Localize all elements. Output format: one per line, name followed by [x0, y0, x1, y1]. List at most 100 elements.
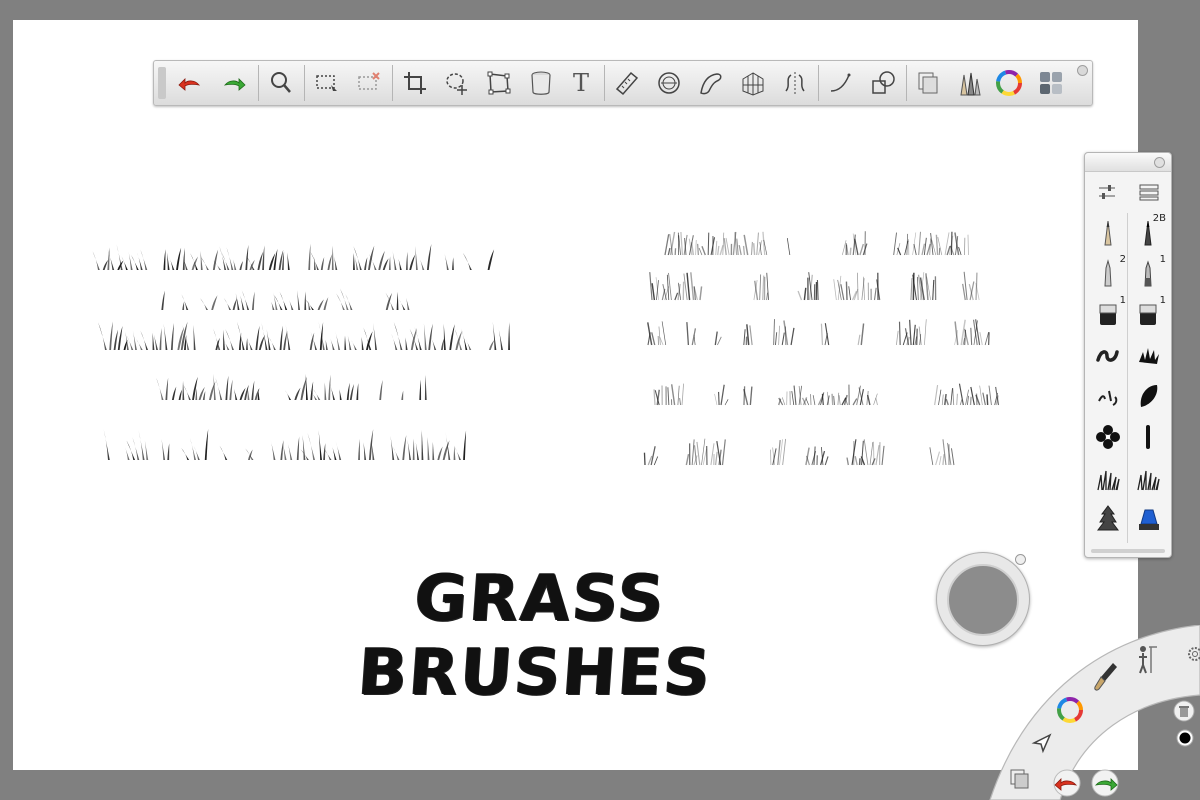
puck-handle[interactable]: [1015, 554, 1026, 565]
ellipse-guide-button[interactable]: [652, 65, 686, 101]
toolbar-grip[interactable]: [158, 67, 166, 99]
fir-brush[interactable]: [1089, 500, 1127, 538]
distort-icon: [487, 71, 511, 95]
color-wheel-icon: [996, 70, 1022, 96]
marker-brush[interactable]: 1: [1089, 295, 1127, 333]
marker-icon: [1139, 304, 1157, 325]
brush-badge: 1: [1159, 254, 1166, 265]
black-dot-icon: [1176, 729, 1194, 747]
lagoon-trash-button[interactable]: [1173, 700, 1195, 722]
perspective-icon: [742, 72, 764, 96]
crop-button[interactable]: [398, 65, 432, 101]
squiggle-brush[interactable]: [1089, 336, 1127, 374]
brush-palette-close-button[interactable]: [1154, 157, 1165, 168]
lagoon-layers-button[interactable]: [1005, 764, 1035, 794]
magnifier-icon: [271, 72, 291, 93]
select-button[interactable]: [310, 65, 344, 101]
redo-arrow-green-icon: [1091, 769, 1119, 797]
marker-icon: [1099, 304, 1117, 325]
lagoon-settings-button[interactable]: [1183, 642, 1200, 666]
squiggle-icon: [1096, 350, 1119, 362]
lasso-move-icon: [446, 73, 467, 95]
lagoon-color-dot[interactable]: [1175, 728, 1195, 748]
marker-2-brush[interactable]: 1: [1129, 295, 1167, 333]
stroke-tool-button[interactable]: [824, 65, 858, 101]
lagoon-select-button[interactable]: [1027, 728, 1057, 758]
shapes-icon: [872, 71, 895, 94]
flower-brush[interactable]: [1089, 418, 1127, 456]
ruler-button[interactable]: [610, 65, 644, 101]
select-arrow-icon: [1031, 733, 1052, 754]
transform-button[interactable]: [440, 65, 474, 101]
grass-samples-right: [643, 231, 1000, 466]
undo-arrow-red-icon: [178, 78, 200, 91]
line-icon: [1146, 425, 1150, 449]
ink-tips-icon: [1098, 390, 1118, 406]
grass-icon: [1137, 470, 1160, 491]
pen-fine-icon: [1144, 260, 1152, 287]
paintbrush-icon: [1094, 663, 1117, 691]
marquee-clear-icon: [358, 72, 380, 90]
marquee-select-icon: [316, 75, 337, 91]
text-button[interactable]: T: [564, 65, 598, 101]
ruler-icon: [615, 71, 639, 96]
brush-settings-tab[interactable]: [1089, 177, 1125, 207]
distort-button[interactable]: [482, 65, 516, 101]
perspective-button[interactable]: [736, 65, 770, 101]
splatter-brush[interactable]: [1129, 336, 1167, 374]
eraser-brush[interactable]: [1129, 500, 1167, 538]
undo-arrow-red-icon: [1053, 769, 1081, 797]
lagoon-redo-button[interactable]: [1088, 768, 1122, 798]
flood-fill-button[interactable]: [524, 65, 558, 101]
ink-brush[interactable]: [1089, 377, 1127, 415]
brush-library-tab[interactable]: [1131, 177, 1167, 207]
lagoon-perspective-button[interactable]: [1132, 642, 1162, 676]
curve-stroke-icon: [830, 73, 851, 92]
brush-badge: 2B: [1152, 213, 1166, 224]
figure-icon: [1139, 646, 1157, 674]
grass-2-brush[interactable]: [1129, 459, 1167, 497]
line-brush[interactable]: [1129, 418, 1167, 456]
layers-button[interactable]: [912, 65, 946, 101]
list-icon: [1139, 184, 1159, 201]
gear-icon: [1188, 647, 1200, 661]
pencil-brush[interactable]: [1089, 213, 1127, 251]
ballpoint-brush[interactable]: 2: [1089, 254, 1127, 292]
lagoon-color-button[interactable]: [1053, 693, 1087, 727]
lagoon-brush-button[interactable]: [1090, 660, 1122, 694]
toolbar-close-button[interactable]: [1077, 65, 1088, 76]
paint-bucket-icon: [531, 71, 551, 95]
layers-icon: [1010, 769, 1029, 789]
splatter-icon: [1139, 348, 1159, 364]
color-wheel-button[interactable]: [992, 65, 1026, 101]
grass-icon: [1097, 470, 1120, 491]
grass-samples-left: [92, 243, 510, 460]
main-toolbar: T: [153, 60, 1093, 106]
french-curve-icon: [700, 73, 722, 95]
clear-select-button[interactable]: [352, 65, 386, 101]
leaf-brush[interactable]: [1129, 377, 1167, 415]
redo-button[interactable]: [216, 65, 250, 101]
trash-icon: [1173, 700, 1195, 722]
copic-library-button[interactable]: [1034, 65, 1068, 101]
fineliner-brush[interactable]: 1: [1129, 254, 1167, 292]
brush-pencils-icon: [960, 72, 981, 96]
color-wheel-icon: [1057, 697, 1083, 723]
flower-icon: [1096, 425, 1120, 449]
brushes-button[interactable]: [952, 65, 986, 101]
canvas-title: GRASS BRUSHES: [355, 562, 715, 710]
leaf-icon: [1140, 385, 1158, 407]
sliders-icon: [1099, 185, 1115, 199]
text-icon: T: [572, 69, 589, 97]
shapes-button[interactable]: [866, 65, 900, 101]
french-curve-button[interactable]: [694, 65, 728, 101]
undo-button[interactable]: [174, 65, 208, 101]
pencil-2b-brush[interactable]: 2B: [1129, 213, 1167, 251]
symmetry-button[interactable]: [778, 65, 812, 101]
grass-brush[interactable]: [1089, 459, 1127, 497]
lagoon-undo-button[interactable]: [1050, 768, 1084, 798]
fir-tree-icon: [1097, 505, 1119, 531]
symmetry-icon: [785, 72, 805, 94]
pen-icon: [1104, 259, 1112, 287]
zoom-button[interactable]: [264, 65, 298, 101]
